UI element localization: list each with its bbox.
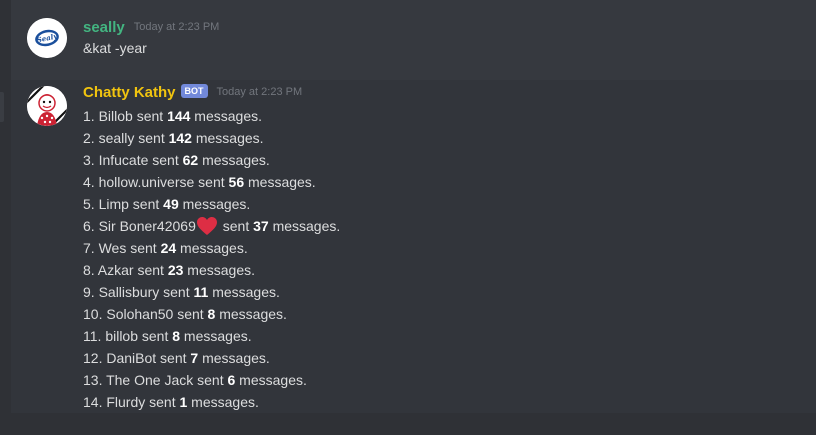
message-content: &kat -year	[83, 40, 147, 56]
chatty-kathy-avatar-icon	[27, 86, 67, 126]
leaderboard-line: 11. billob sent 8 messages.	[83, 328, 252, 344]
leaderboard-line: 1. Billob sent 144 messages.	[83, 108, 263, 124]
left-gutter	[0, 0, 11, 435]
leaderboard-line: 2. seally sent 142 messages.	[83, 130, 264, 146]
sealy-logo-icon: Sealy	[27, 18, 67, 58]
message-group-chatty-kathy: Chatty Kathy BOT Today at 2:23 PM 1. Bil…	[11, 80, 816, 413]
leaderboard-line: 10. Solohan50 sent 8 messages.	[83, 306, 287, 322]
heart-emoji-icon	[196, 216, 218, 236]
message-group-seally: Sealy seally Today at 2:23 PM &kat -year	[11, 0, 816, 80]
username[interactable]: seally	[83, 19, 125, 36]
timestamp: Today at 2:23 PM	[216, 86, 303, 98]
leaderboard-line: 5. Limp sent 49 messages.	[83, 196, 251, 212]
leaderboard-line: 6. Sir Boner42069 sent 37 messages.	[83, 216, 341, 236]
leaderboard-line: 3. Infucate sent 62 messages.	[83, 152, 270, 168]
leaderboard-line: 14. Flurdy sent 1 messages.	[83, 394, 259, 410]
username[interactable]: Chatty Kathy	[83, 84, 176, 101]
timestamp: Today at 2:23 PM	[133, 21, 220, 33]
avatar[interactable]: Sealy	[27, 18, 67, 58]
leaderboard-line: 12. DaniBot sent 7 messages.	[83, 350, 270, 366]
leaderboard-line: 4. hollow.universe sent 56 messages.	[83, 174, 316, 190]
avatar[interactable]	[27, 86, 67, 126]
leaderboard-list: 1. Billob sent 144 messages. 2. seally s…	[83, 105, 340, 413]
leaderboard-line: 7. Wes sent 24 messages.	[83, 240, 248, 256]
message-header: seally Today at 2:23 PM	[83, 17, 219, 37]
bot-tag: BOT	[180, 84, 208, 98]
leaderboard-line: 9. Sallisbury sent 11 messages.	[83, 284, 280, 300]
message-header: Chatty Kathy BOT Today at 2:23 PM	[83, 82, 302, 102]
leaderboard-line: 8. Azkar sent 23 messages.	[83, 262, 255, 278]
bottom-bar	[0, 413, 816, 435]
leaderboard-line: 13. The One Jack sent 6 messages.	[83, 372, 307, 388]
gutter-notch	[0, 92, 4, 122]
